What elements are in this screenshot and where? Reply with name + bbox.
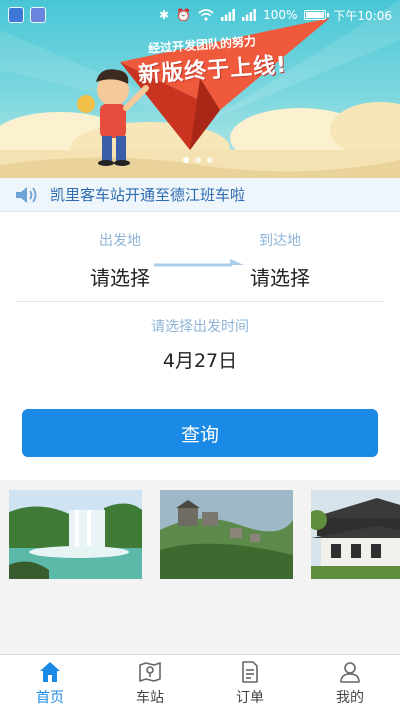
status-bar: ✱ ⏰ 100% 下午10:06 [0, 0, 400, 30]
tab-station[interactable]: 车站 [100, 655, 200, 712]
traditional-building-photo[interactable] [311, 490, 400, 579]
ticket-search-form: 出发地 请选择 到达地 请选择 请选择出发时间 4月27日 查询 [0, 212, 400, 480]
arrival-picker[interactable]: 到达地 请选择 [220, 230, 340, 291]
date-picker[interactable]: 请选择出发时间 4月27日 [0, 316, 400, 373]
tab-label: 首页 [36, 690, 64, 706]
clock: 下午10:06 [333, 8, 392, 23]
date-label: 请选择出发时间 [151, 319, 249, 335]
arrival-value: 请选择 [250, 266, 310, 290]
battery-percent: 100% [263, 8, 298, 22]
notification-app-icon [30, 7, 46, 23]
date-value: 4月27日 [162, 350, 238, 372]
waterfall-photo[interactable] [9, 490, 142, 579]
home-icon [40, 662, 60, 682]
document-icon [242, 661, 258, 683]
wifi-icon [198, 9, 214, 21]
shield-app-icon [8, 7, 24, 23]
announcement-bar[interactable]: 凯里客车站开通至德江班车啦 [0, 178, 400, 212]
arrival-label: 到达地 [259, 233, 301, 249]
alarm-icon: ⏰ [176, 8, 192, 22]
tab-label: 我的 [336, 690, 364, 706]
speaker-icon [16, 186, 37, 203]
divider [16, 301, 384, 302]
tab-orders[interactable]: 订单 [200, 655, 300, 712]
map-icon [139, 662, 161, 682]
bottom-navigation: 首页 车站 订单 我的 [0, 654, 400, 712]
carousel-dot [207, 157, 213, 163]
carousel-dot [183, 157, 189, 163]
carousel-dot [195, 157, 201, 163]
tab-label: 订单 [236, 690, 264, 706]
battery-fill [306, 12, 325, 18]
tab-label: 车站 [136, 690, 164, 706]
tab-mine[interactable]: 我的 [300, 655, 400, 712]
bluetooth-icon: ✱ [159, 8, 170, 22]
user-icon [340, 662, 360, 683]
announcement-text: 凯里客车站开通至德江班车啦 [50, 186, 246, 204]
mountain-village-photo[interactable] [160, 490, 293, 579]
scenic-gallery [0, 480, 400, 654]
signal-icon [221, 9, 235, 21]
query-button[interactable]: 查询 [22, 409, 378, 457]
departure-label: 出发地 [99, 233, 141, 249]
tab-home[interactable]: 首页 [0, 655, 100, 712]
carousel-indicator [183, 157, 213, 163]
battery-icon [304, 10, 330, 20]
signal-icon-2 [242, 9, 256, 21]
